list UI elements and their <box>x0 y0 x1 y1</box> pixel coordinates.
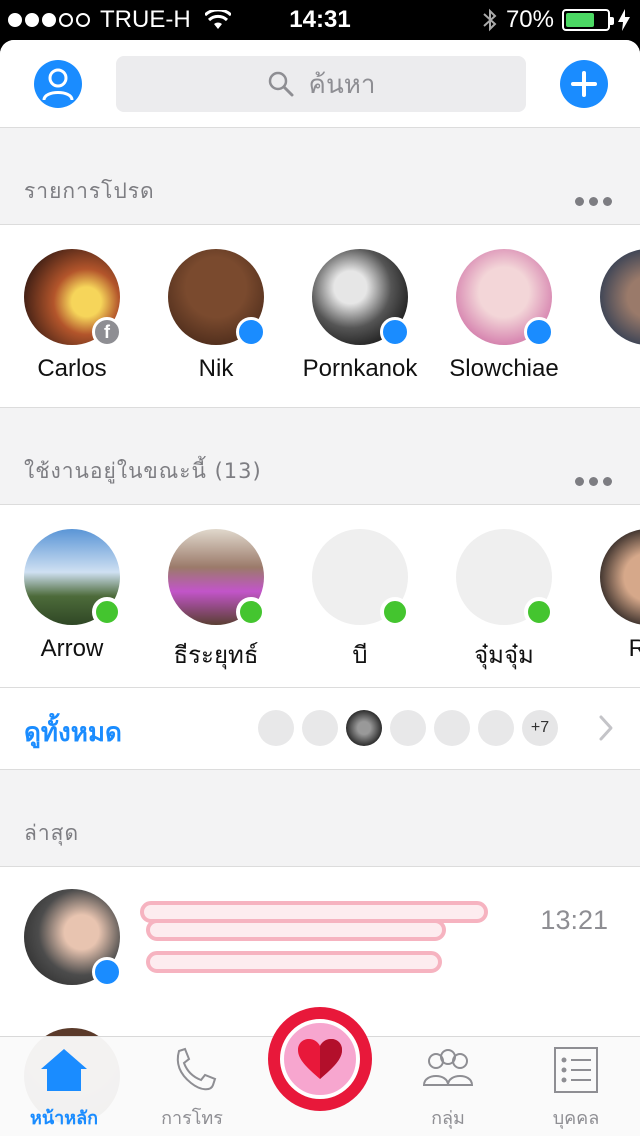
contact-name: Carlos <box>37 355 107 382</box>
bluetooth-icon <box>483 8 497 32</box>
conversation-row[interactable]: 13:21 <box>0 866 640 998</box>
contact-name: บี <box>352 642 368 669</box>
heart-icon <box>298 1039 342 1079</box>
recent-header: ล่าสุด <box>0 770 640 866</box>
active-contact[interactable]: Arrow <box>0 529 144 663</box>
more-count-badge: +7 <box>522 710 558 746</box>
contact-name: ธีระยุทธ์ <box>173 642 259 669</box>
online-indicator-icon <box>236 597 266 627</box>
avatar <box>600 249 640 345</box>
facebook-badge-icon: f <box>92 317 122 347</box>
favorite-contact[interactable]: f Carlos <box>0 249 144 383</box>
favorite-contact[interactable]: A <box>576 249 640 383</box>
avatar <box>168 249 266 347</box>
more-icon[interactable] <box>575 477 612 486</box>
tab-home[interactable]: หน้าหลัก <box>0 1045 128 1132</box>
tab-bar: หน้าหลัก การโทร กลุ่ม บุคคล <box>0 1007 640 1136</box>
active-contact[interactable]: บี <box>288 529 432 674</box>
redacted-name <box>146 919 446 941</box>
mini-avatar <box>302 710 338 746</box>
messenger-app: ค้นหา รายการโปรด f Carlos Nik Pornkanok … <box>0 40 640 1136</box>
avatar <box>312 249 410 347</box>
more-icon[interactable] <box>575 197 612 206</box>
contact-name: จุ๋มจุ๋ม <box>474 642 534 669</box>
contact-name: Rar <box>576 635 640 663</box>
tab-label: หน้าหลัก <box>29 1108 99 1129</box>
tab-people[interactable]: บุคคล <box>512 1045 640 1132</box>
charging-icon <box>618 9 630 31</box>
online-indicator-icon <box>524 597 554 627</box>
user-icon <box>42 68 74 101</box>
messenger-badge-icon <box>236 317 266 347</box>
favorites-header: รายการโปรด <box>0 128 640 224</box>
redacted-preview <box>146 951 442 973</box>
chevron-right-icon <box>599 715 613 741</box>
mini-avatar <box>346 710 382 746</box>
favorite-contact[interactable]: Slowchiae <box>432 249 576 383</box>
compose-button[interactable] <box>560 60 608 108</box>
contact-name: A <box>576 355 640 383</box>
message-time: 13:21 <box>540 905 608 935</box>
favorites-carousel[interactable]: f Carlos Nik Pornkanok Slowchiae A <box>0 224 640 408</box>
avatar: f <box>24 249 122 347</box>
avatar <box>456 529 554 627</box>
status-bar: TRUE-H 14:31 70% <box>0 0 640 40</box>
section-title: รายการโปรด <box>24 179 155 203</box>
see-all-row[interactable]: ดูทั้งหมด +7 <box>0 688 640 770</box>
online-indicator-icon <box>92 597 122 627</box>
tab-groups[interactable]: กลุ่ม <box>384 1045 512 1132</box>
home-icon <box>41 1049 87 1091</box>
avatar <box>312 529 410 627</box>
active-contact[interactable]: ธีระยุทธ์ <box>144 529 288 674</box>
contact-name: Nik <box>198 355 234 382</box>
messenger-badge-icon <box>380 317 410 347</box>
avatar <box>24 529 122 627</box>
favorite-contact[interactable]: Pornkanok <box>288 249 432 383</box>
phone-icon <box>176 1047 217 1091</box>
tab-calls[interactable]: การโทร <box>128 1045 256 1132</box>
messenger-badge-icon <box>92 957 122 987</box>
tab-label: กลุ่ม <box>431 1108 465 1129</box>
active-contact[interactable]: จุ๋มจุ๋ม <box>432 529 576 674</box>
search-bar[interactable]: ค้นหา <box>116 56 526 112</box>
section-title: ใช้งานอยู่ในขณะนี้ (13) <box>24 459 262 483</box>
group-icon <box>422 1049 474 1086</box>
mini-avatar <box>390 710 426 746</box>
tab-label: การโทร <box>161 1108 223 1129</box>
active-now-carousel[interactable]: Arrow ธีระยุทธ์ บี จุ๋มจุ๋ม Rar <box>0 504 640 688</box>
top-bar: ค้นหา <box>0 40 640 128</box>
battery-percent: 70% <box>505 6 554 33</box>
contact-name: Pornkanok <box>302 355 418 382</box>
favorite-contact[interactable]: Nik <box>144 249 288 383</box>
contact-name: Arrow <box>40 635 104 662</box>
avatar <box>456 249 554 347</box>
search-placeholder: ค้นหา <box>308 69 376 100</box>
section-title: ล่าสุด <box>24 821 80 845</box>
mini-avatar <box>434 710 470 746</box>
avatar <box>600 529 640 625</box>
contact-name: Slowchiae <box>449 355 559 382</box>
list-icon <box>554 1047 598 1093</box>
profile-button[interactable] <box>34 60 82 108</box>
center-action-button[interactable] <box>268 1007 372 1111</box>
mini-avatar <box>258 710 294 746</box>
see-all-link[interactable]: ดูทั้งหมด <box>24 712 122 753</box>
mini-avatar <box>478 710 514 746</box>
avatar <box>24 889 122 987</box>
active-now-header: ใช้งานอยู่ในขณะนี้ (13) <box>0 408 640 504</box>
plus-icon <box>571 71 597 97</box>
battery-icon <box>562 9 614 31</box>
tab-label: บุคคล <box>552 1108 600 1129</box>
search-icon <box>268 71 294 97</box>
avatar <box>168 529 266 627</box>
messenger-badge-icon <box>524 317 554 347</box>
active-contact[interactable]: Rar <box>576 529 640 663</box>
online-indicator-icon <box>380 597 410 627</box>
